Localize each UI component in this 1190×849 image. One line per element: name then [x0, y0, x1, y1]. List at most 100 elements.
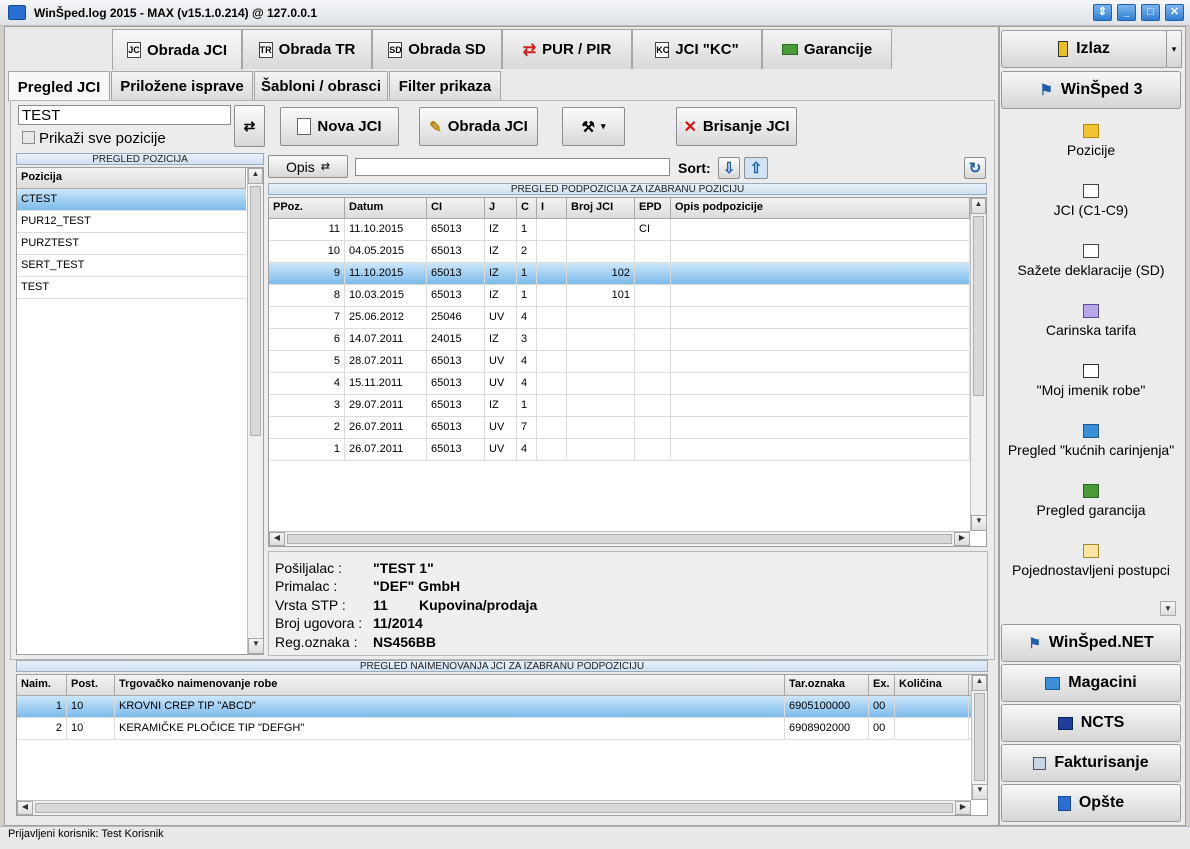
table-row[interactable]: 1 10 KROVNI CREP TIP "ABCD" 6905100000 00	[17, 696, 987, 718]
nav-garancije[interactable]: Pregled garancija	[1000, 484, 1182, 518]
table-row[interactable]: 7 25.06.2012 25046 UV 4	[269, 307, 986, 329]
column-header[interactable]: CI	[427, 198, 485, 218]
opste-button[interactable]: Opšte	[1001, 784, 1181, 822]
scroll-left-icon[interactable]: ◀	[269, 532, 285, 546]
scroll-left-icon[interactable]: ◀	[17, 801, 33, 815]
document-sd-icon	[1083, 244, 1099, 258]
column-header[interactable]: Post.	[67, 675, 115, 695]
column-header[interactable]: Datum	[345, 198, 427, 218]
column-header[interactable]: I	[537, 198, 567, 218]
nav-pozicije[interactable]: Pozicije	[1000, 124, 1182, 158]
fakturisanje-button[interactable]: Fakturisanje	[1001, 744, 1181, 782]
column-header[interactable]: Količina	[895, 675, 969, 695]
column-header[interactable]: Opis podpozicije	[671, 198, 970, 218]
scroll-down-icon[interactable]: ▼	[972, 784, 988, 800]
table-row[interactable]: 6 14.07.2011 24015 IZ 3	[269, 329, 986, 351]
scroll-down-icon[interactable]: ▼	[971, 515, 987, 531]
tab-obrada-jci[interactable]: JC Obrada JCI	[112, 29, 242, 70]
scroll-thumb[interactable]	[974, 693, 985, 781]
column-header[interactable]: EPD	[635, 198, 671, 218]
nav-pojednostavljeni[interactable]: Pojednostavljeni postupci	[1000, 544, 1182, 578]
table-row[interactable]: 9 11.10.2015 65013 IZ 1 102	[269, 263, 986, 285]
positions-scrollbar[interactable]: ▲ ▼	[247, 168, 264, 654]
filter-input[interactable]	[18, 105, 231, 125]
scroll-thumb[interactable]	[250, 186, 261, 436]
tools-dropdown-button[interactable]: ⚒ ▾	[562, 107, 625, 146]
show-all-checkbox[interactable]	[22, 131, 35, 144]
table-cell: 00	[869, 696, 895, 718]
column-header[interactable]: Broj JCI	[567, 198, 635, 218]
list-item[interactable]: TEST	[17, 277, 246, 299]
restore-icon[interactable]: ⇕	[1093, 4, 1112, 21]
goods-vscroll[interactable]: ▲ ▼	[971, 675, 988, 800]
nav-imenik[interactable]: "Moj imenik robe"	[1000, 364, 1182, 398]
list-item[interactable]: SERT_TEST	[17, 255, 246, 277]
process-jci-button[interactable]: ✎ Obrada JCI	[419, 107, 538, 146]
table-row[interactable]: 10 04.05.2015 65013 IZ 2	[269, 241, 986, 263]
subpositions-vscroll[interactable]: ▲ ▼	[970, 198, 987, 531]
nav-scroll-down-icon[interactable]: ▼	[1160, 601, 1176, 616]
scroll-thumb[interactable]	[973, 216, 984, 396]
nav-jci[interactable]: JCI (C1-C9)	[1000, 184, 1182, 218]
column-header[interactable]: Naim.	[17, 675, 67, 695]
nav-kucna-carinjenja[interactable]: Pregled "kućnih carinjenja"	[1000, 424, 1182, 458]
minimize-button[interactable]: _	[1117, 4, 1136, 21]
new-jci-button[interactable]: Nova JCI	[280, 107, 399, 146]
column-header[interactable]: Tar.oznaka	[785, 675, 869, 695]
winsped-net-button[interactable]: ⚑ WinŠped.NET	[1001, 624, 1181, 662]
subpositions-hscroll[interactable]: ◀ ▶	[269, 531, 970, 546]
scroll-up-icon[interactable]: ▲	[248, 168, 263, 184]
table-row[interactable]: 2 26.07.2011 65013 UV 7	[269, 417, 986, 439]
table-row[interactable]: 8 10.03.2015 65013 IZ 1 101	[269, 285, 986, 307]
scroll-thumb[interactable]	[287, 534, 952, 544]
list-item[interactable]: PURZTEST	[17, 233, 246, 255]
sort-desc-button[interactable]: ⇩	[718, 157, 740, 179]
table-row[interactable]: 11 11.10.2015 65013 IZ 1 CI	[269, 219, 986, 241]
table-row[interactable]: 2 10 KERAMIČKE PLOČICE TIP "DEFGH" 69089020…	[17, 718, 987, 740]
column-header[interactable]: C	[517, 198, 537, 218]
scroll-up-icon[interactable]: ▲	[972, 675, 987, 691]
column-header[interactable]: Trgovačko naimenovanje robe	[115, 675, 785, 695]
scroll-down-icon[interactable]: ▼	[248, 638, 264, 654]
nav-sd[interactable]: Sažete deklaracije (SD)	[1000, 244, 1182, 278]
column-header[interactable]: PPoz.	[269, 198, 345, 218]
table-row[interactable]: 5 28.07.2011 65013 UV 4	[269, 351, 986, 373]
maximize-button[interactable]: □	[1141, 4, 1160, 21]
tab-jci-kc[interactable]: KC JCI "KC"	[632, 29, 762, 69]
scroll-up-icon[interactable]: ▲	[971, 198, 986, 214]
subtab-filter[interactable]: Filter prikaza	[389, 71, 501, 101]
list-item[interactable]: CTEST	[17, 189, 246, 211]
exit-dropdown-button[interactable]: ▾	[1166, 30, 1182, 68]
subtab-prilozene-isprave[interactable]: Priložene isprave	[111, 71, 253, 101]
winsped3-button[interactable]: ⚑ WinŠped 3	[1001, 71, 1181, 109]
ncts-button[interactable]: NCTS	[1001, 704, 1181, 742]
subtab-sabloni[interactable]: Šabloni / obrasci	[254, 71, 388, 101]
sort-asc-button[interactable]: ⇧	[744, 157, 768, 179]
close-button[interactable]: ✕	[1165, 4, 1184, 21]
list-item[interactable]: PUR12_TEST	[17, 211, 246, 233]
scroll-right-icon[interactable]: ▶	[955, 801, 971, 815]
column-header[interactable]: Ex.	[869, 675, 895, 695]
magacini-button[interactable]: Magacini	[1001, 664, 1181, 702]
tab-garancije[interactable]: Garancije	[762, 29, 892, 69]
opis-input[interactable]	[355, 158, 670, 176]
table-row[interactable]: 1 26.07.2011 65013 UV 4	[269, 439, 986, 461]
table-cell: 3	[517, 329, 537, 351]
subtab-pregled-jci[interactable]: Pregled JCI	[8, 71, 110, 102]
table-row[interactable]: 3 29.07.2011 65013 IZ 1	[269, 395, 986, 417]
notepad-icon	[1083, 544, 1099, 558]
goods-hscroll[interactable]: ◀ ▶	[17, 800, 971, 815]
tab-pur-pir[interactable]: ⇄ PUR / PIR	[502, 29, 632, 69]
tab-obrada-sd[interactable]: SD Obrada SD	[372, 29, 502, 69]
delete-jci-button[interactable]: ✕ Brisanje JCI	[676, 107, 797, 146]
nav-tarifa[interactable]: Carinska tarifa	[1000, 304, 1182, 338]
opis-button[interactable]: Opis ⇄	[268, 155, 348, 178]
exit-button[interactable]: Izlaz	[1001, 30, 1167, 68]
scroll-right-icon[interactable]: ▶	[954, 532, 970, 546]
scroll-thumb[interactable]	[35, 803, 953, 813]
column-header[interactable]: J	[485, 198, 517, 218]
tab-obrada-tr[interactable]: TR Obrada TR	[242, 29, 372, 69]
refresh-filter-button[interactable]: ⇄	[234, 105, 265, 147]
table-row[interactable]: 4 15.11.2011 65013 UV 4	[269, 373, 986, 395]
refresh-grid-button[interactable]: ↻	[964, 157, 986, 179]
